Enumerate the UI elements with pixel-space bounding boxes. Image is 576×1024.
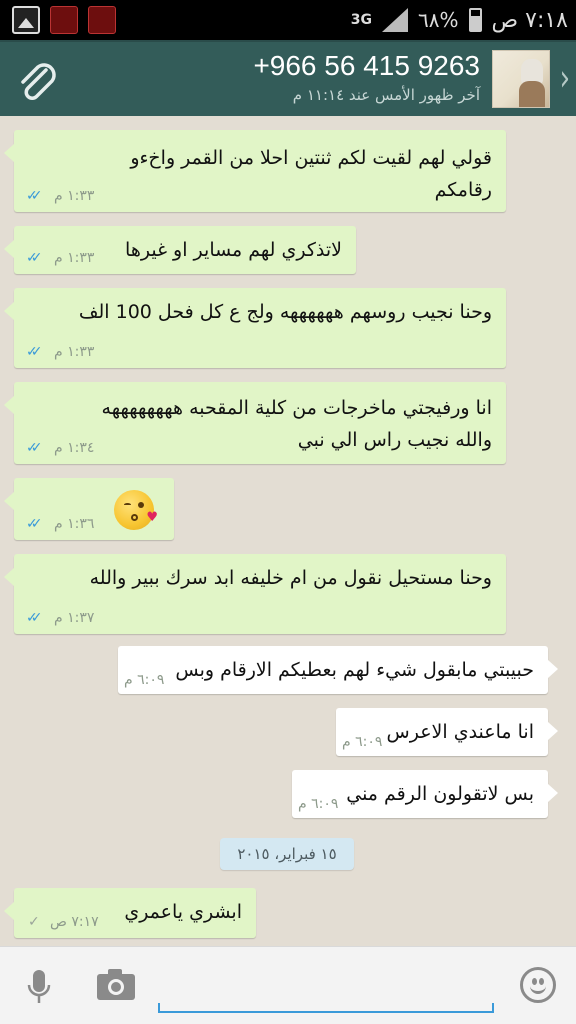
- message-bubble[interactable]: وحنا نجيب روسهم ههههههه ولج ع كل فحل 100…: [4, 288, 506, 368]
- message-input[interactable]: [158, 959, 494, 1013]
- message-text: قولي لهم لقيت لكم ثنتين احلا من القمر وا…: [130, 147, 492, 201]
- message-time: ١:٣٤ م: [54, 440, 95, 456]
- message-time: ١:٣٦ م: [54, 516, 95, 532]
- chat-area[interactable]: قولي لهم لقيت لكم ثنتين احلا من القمر وا…: [0, 116, 576, 946]
- sent-check-icon: ✓: [28, 914, 40, 930]
- message-bubble[interactable]: انا ماعندي الاعرس ٦:٠٩ م: [336, 708, 558, 756]
- message-composer: [0, 946, 576, 1024]
- message-time: ٦:٠٩ م: [124, 672, 165, 688]
- read-receipt-icon: ✓✓: [26, 250, 43, 266]
- date-divider: ١٥ فبراير، ٢٠١٥: [220, 838, 354, 870]
- read-receipt-icon: ✓✓: [26, 516, 43, 532]
- message-bubble[interactable]: لاتذكري لهم مساير او غيرها ✓✓ ١:٣٣ م: [4, 226, 356, 274]
- gallery-notification-icon: [12, 6, 40, 34]
- paperclip-icon[interactable]: [12, 56, 62, 106]
- read-receipt-icon: ✓✓: [26, 610, 43, 626]
- message-text: انا ورفيجتي ماخرجات من كلية المقحبه هههه…: [101, 397, 492, 451]
- message-text: حبيبتي مابقول شيء لهم بعطيكم الارقام وبس: [175, 659, 534, 681]
- input-underline-edge: [492, 1003, 494, 1013]
- app-notification-icon: [50, 6, 78, 34]
- battery-icon: [468, 8, 482, 32]
- message-time: ١:٣٧ م: [54, 610, 95, 626]
- chevron-right-icon[interactable]: ›: [560, 58, 570, 100]
- message-text: بس لاتقولون الرقم مني: [346, 783, 534, 805]
- message-time: ٦:٠٩ م: [342, 734, 383, 750]
- avatar[interactable]: [492, 50, 550, 108]
- network-type: 3G: [350, 12, 373, 28]
- kissing-face-emoji-icon: ♥: [114, 490, 158, 530]
- status-bar: 3G ٦٨% ٧:١٨ ص: [0, 0, 576, 40]
- last-seen-status: آخر ظهور الأمس عند ١١:١٤ م: [292, 86, 480, 104]
- message-text: وحنا نجيب روسهم ههههههه ولج ع كل فحل 100…: [78, 301, 492, 323]
- message-bubble[interactable]: ♥ ✓✓ ١:٣٦ م: [4, 478, 174, 540]
- microphone-icon[interactable]: [26, 969, 52, 1005]
- smiley-icon[interactable]: [520, 967, 556, 1003]
- message-text: وحنا مستحيل نقول من ام خليفه ابد سرك ببي…: [89, 567, 492, 589]
- message-bubble[interactable]: حبيبتي مابقول شيء لهم بعطيكم الارقام وبس…: [118, 646, 558, 694]
- read-receipt-icon: ✓✓: [26, 344, 43, 360]
- message-time: ١:٣٣ م: [54, 188, 95, 204]
- signal-icon: [382, 8, 409, 32]
- app-notification-icon: [88, 6, 116, 34]
- message-text: ابشري ياعمري: [124, 901, 242, 923]
- message-time: ٧:١٧ ص: [50, 914, 99, 930]
- read-receipt-icon: ✓✓: [26, 440, 43, 456]
- chat-header: +966 56 415 9263 آخر ظهور الأمس عند ١١:١…: [0, 40, 576, 116]
- clock: ٧:١٨ ص: [491, 7, 568, 33]
- battery-percent: ٦٨%: [418, 8, 459, 32]
- message-time: ١:٣٣ م: [54, 250, 95, 266]
- message-bubble[interactable]: قولي لهم لقيت لكم ثنتين احلا من القمر وا…: [4, 130, 506, 212]
- message-text: لاتذكري لهم مساير او غيرها: [125, 239, 342, 261]
- message-text: انا ماعندي الاعرس: [386, 721, 534, 743]
- message-time: ٦:٠٩ م: [298, 796, 339, 812]
- message-bubble[interactable]: وحنا مستحيل نقول من ام خليفه ابد سرك ببي…: [4, 554, 506, 634]
- contact-name[interactable]: +966 56 415 9263: [253, 50, 480, 82]
- read-receipt-icon: ✓✓: [26, 188, 43, 204]
- message-bubble[interactable]: ابشري ياعمري ✓ ٧:١٧ ص: [4, 888, 256, 938]
- message-bubble[interactable]: انا ورفيجتي ماخرجات من كلية المقحبه هههه…: [4, 382, 506, 464]
- message-bubble[interactable]: بس لاتقولون الرقم مني ٦:٠٩ م: [292, 770, 558, 818]
- message-time: ١:٣٣ م: [54, 344, 95, 360]
- camera-icon[interactable]: [96, 967, 136, 1001]
- input-underline-edge: [158, 1003, 160, 1013]
